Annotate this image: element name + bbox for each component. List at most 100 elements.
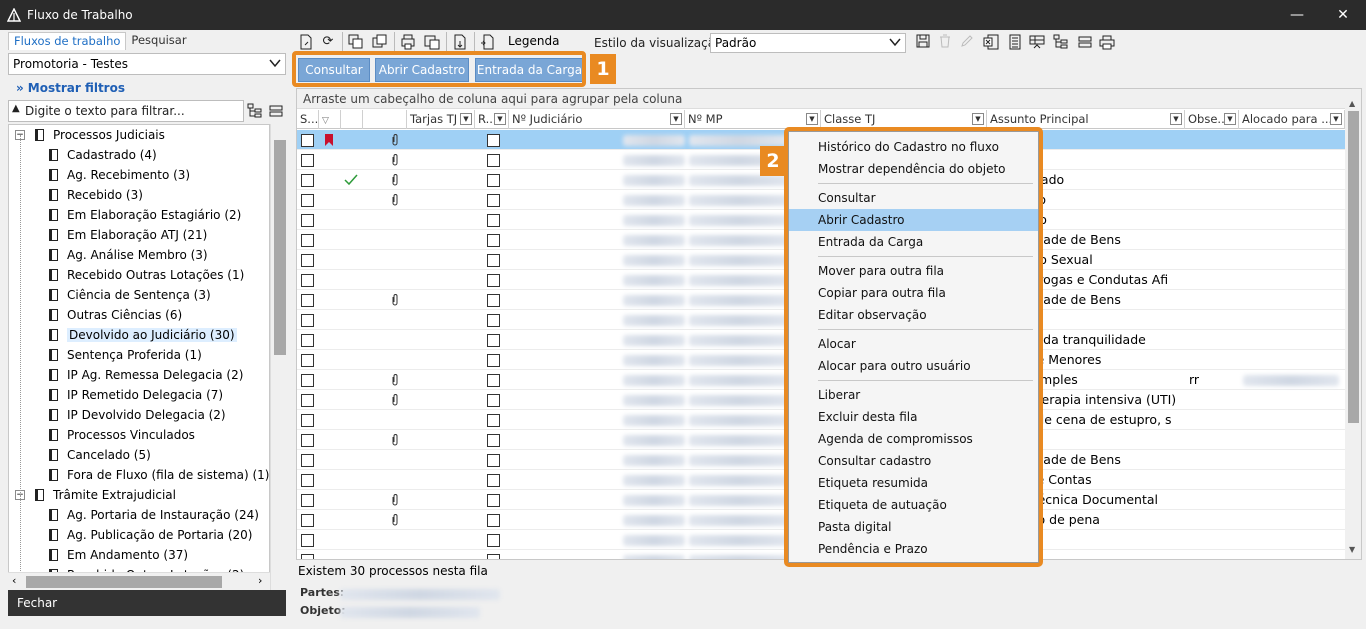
row-r-checkbox[interactable] xyxy=(487,534,500,547)
attachment-icon[interactable] xyxy=(391,433,399,449)
attachment-icon[interactable] xyxy=(391,373,399,389)
row-r-checkbox[interactable] xyxy=(487,554,500,559)
row-select-checkbox[interactable] xyxy=(301,254,314,267)
column-header[interactable]: S... xyxy=(297,110,319,129)
tree-item[interactable]: Cadastrado (4) xyxy=(49,145,157,165)
column-filter-dropdown-icon[interactable]: ▼ xyxy=(1224,113,1236,125)
tree-item[interactable]: Ag. Portaria de Instauração (24) xyxy=(49,505,259,525)
tree-item[interactable]: IP Remetido Delegacia (7) xyxy=(49,385,223,405)
tree-item[interactable]: Ag. Publicação de Portaria (20) xyxy=(49,525,252,545)
row-r-checkbox[interactable] xyxy=(487,234,500,247)
column-filter-dropdown-icon[interactable]: ▼ xyxy=(460,113,472,125)
column-header[interactable] xyxy=(341,110,363,129)
row-r-checkbox[interactable] xyxy=(487,134,500,147)
scroll-left-icon[interactable]: ‹ xyxy=(12,574,16,587)
row-r-checkbox[interactable] xyxy=(487,434,500,447)
row-r-checkbox[interactable] xyxy=(487,154,500,167)
column-header[interactable]: ▽ xyxy=(319,110,341,129)
row-select-checkbox[interactable] xyxy=(301,194,314,207)
ungroup-icon[interactable] xyxy=(1077,34,1093,50)
tree-item[interactable]: Ciência de Sentença (3) xyxy=(49,285,211,305)
save-icon[interactable] xyxy=(915,34,931,50)
row-r-checkbox[interactable] xyxy=(487,354,500,367)
tree-horizontal-scrollbar[interactable]: ‹ › xyxy=(8,572,270,590)
attachment-icon[interactable] xyxy=(391,513,399,529)
scan-icon[interactable] xyxy=(424,34,440,50)
row-select-checkbox[interactable] xyxy=(301,234,314,247)
row-r-checkbox[interactable] xyxy=(487,414,500,427)
tree-item[interactable]: Recebido (3) xyxy=(49,185,143,205)
tree-item[interactable]: Cancelado (5) xyxy=(49,445,151,465)
row-r-checkbox[interactable] xyxy=(487,454,500,467)
column-header[interactable]: R... ▼ xyxy=(475,110,509,129)
column-filter-dropdown-icon[interactable]: ▼ xyxy=(670,113,682,125)
new-document-icon[interactable] xyxy=(298,34,314,50)
row-select-checkbox[interactable] xyxy=(301,174,314,187)
legend-label[interactable]: Legenda xyxy=(508,34,559,48)
close-button[interactable]: Fechar xyxy=(8,590,286,616)
column-header[interactable]: Alocado para ... ▼ xyxy=(1239,110,1345,129)
row-r-checkbox[interactable] xyxy=(487,394,500,407)
tree-item[interactable]: Recebido Outras Lotações (1) xyxy=(49,265,244,285)
row-select-checkbox[interactable] xyxy=(301,394,314,407)
column-filter-dropdown-icon[interactable]: ▼ xyxy=(972,113,984,125)
print-icon[interactable] xyxy=(1099,34,1115,50)
attachment-icon[interactable] xyxy=(391,293,399,309)
workflow-select[interactable]: Promotoria - Testes xyxy=(8,53,286,75)
tree-collapse-icon[interactable] xyxy=(268,103,284,122)
tree-item[interactable]: Fora de Fluxo (fila de sistema) (1) xyxy=(49,465,269,485)
show-filters-link[interactable]: » Mostrar filtros xyxy=(16,81,125,95)
tree-item[interactable]: Sentença Proferida (1) xyxy=(49,345,202,365)
scroll-thumb[interactable] xyxy=(1348,111,1359,423)
scroll-down-icon[interactable]: ▼ xyxy=(1349,545,1355,554)
row-select-checkbox[interactable] xyxy=(301,434,314,447)
column-header[interactable]: Tarjas TJ ▼ xyxy=(407,110,475,129)
scroll-right-icon[interactable]: › xyxy=(258,574,262,587)
minimize-button[interactable]: — xyxy=(1274,0,1320,30)
tree-item[interactable]: Outras Ciências (6) xyxy=(49,305,182,325)
attachment-icon[interactable] xyxy=(391,193,399,209)
row-select-checkbox[interactable] xyxy=(301,134,314,147)
row-r-checkbox[interactable] xyxy=(487,474,500,487)
view-style-select[interactable]: Padrão xyxy=(710,33,906,53)
tree-item[interactable]: Em Elaboração ATJ (21) xyxy=(49,225,207,245)
tree-vertical-scrollbar[interactable] xyxy=(270,124,288,600)
tree-item[interactable]: Devolvido ao Judiciário (30) xyxy=(49,325,237,345)
grid-layout-icon[interactable] xyxy=(1029,34,1045,50)
tree-item[interactable]: Processos Vinculados xyxy=(49,425,195,445)
column-header[interactable]: Nº Judiciário ▼ xyxy=(509,110,685,129)
duplicate-icon[interactable] xyxy=(372,34,388,50)
attachment-icon[interactable] xyxy=(391,173,399,189)
row-select-checkbox[interactable] xyxy=(301,274,314,287)
grid-vertical-scrollbar[interactable]: ▲ ▼ xyxy=(1345,99,1361,559)
column-header[interactable] xyxy=(363,110,407,129)
tab-pesquisar[interactable]: Pesquisar xyxy=(126,32,191,50)
row-select-checkbox[interactable] xyxy=(301,294,314,307)
tree-item[interactable]: IP Devolvido Delegacia (2) xyxy=(49,405,226,425)
tree-item[interactable]: Ag. Recebimento (3) xyxy=(49,165,190,185)
report-icon[interactable] xyxy=(1007,34,1023,50)
row-r-checkbox[interactable] xyxy=(487,494,500,507)
row-r-checkbox[interactable] xyxy=(487,174,500,187)
row-select-checkbox[interactable] xyxy=(301,354,314,367)
row-select-checkbox[interactable] xyxy=(301,154,314,167)
row-r-checkbox[interactable] xyxy=(487,194,500,207)
column-filter-dropdown-icon[interactable]: ▼ xyxy=(494,113,506,125)
scroll-thumb[interactable] xyxy=(274,140,286,355)
row-select-checkbox[interactable] xyxy=(301,374,314,387)
column-filter-dropdown-icon[interactable]: ▼ xyxy=(1170,113,1182,125)
filter-input[interactable]: ▲ Digite o texto para filtrar... xyxy=(8,100,244,122)
tree-expand-icon[interactable] xyxy=(247,103,263,122)
row-select-checkbox[interactable] xyxy=(301,214,314,227)
row-select-checkbox[interactable] xyxy=(301,414,314,427)
row-select-checkbox[interactable] xyxy=(301,454,314,467)
export-document-icon[interactable] xyxy=(452,34,468,50)
row-select-checkbox[interactable] xyxy=(301,554,314,559)
legend-icon[interactable] xyxy=(480,34,496,50)
tree-item[interactable]: Em Elaboração Estagiário (2) xyxy=(49,205,241,225)
export-excel-icon[interactable] xyxy=(983,34,999,50)
attachment-icon[interactable] xyxy=(391,493,399,509)
scroll-up-icon[interactable]: ▲ xyxy=(1349,99,1355,108)
row-r-checkbox[interactable] xyxy=(487,314,500,327)
attachment-icon[interactable] xyxy=(391,393,399,409)
